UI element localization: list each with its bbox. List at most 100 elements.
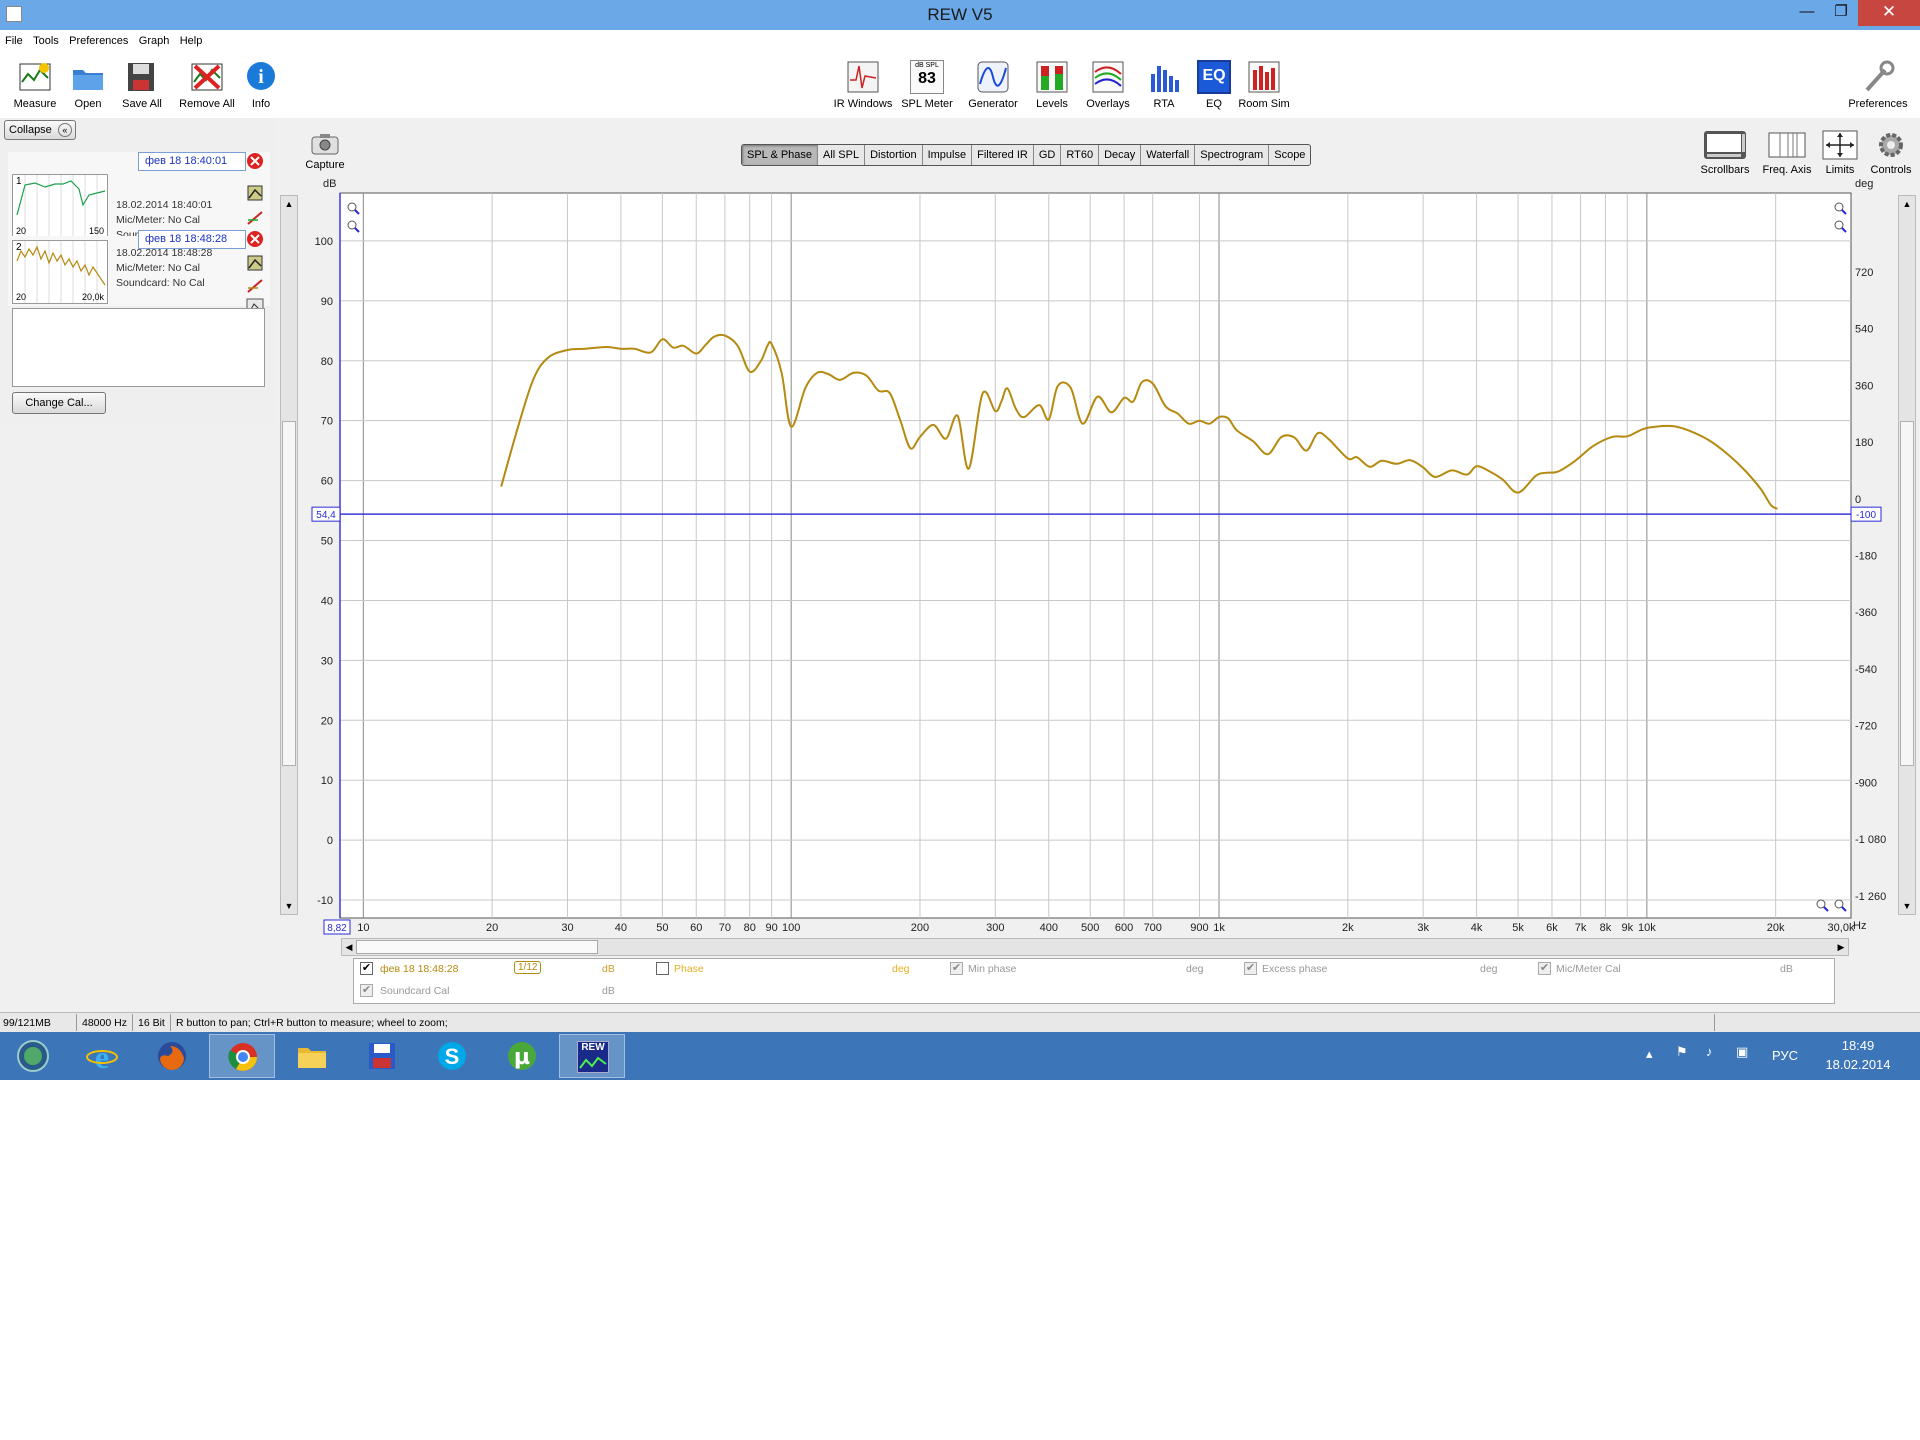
input-language-indicator[interactable]: РУС	[1772, 1048, 1798, 1063]
y2-tick-label: 540	[1855, 324, 1873, 336]
trace-name: фев 18 18:48:28	[380, 963, 459, 975]
x-tick-label: 10k	[1638, 922, 1656, 934]
mic-meter-cal-unit: dB	[1780, 963, 1793, 975]
y2-tick-label: 720	[1855, 267, 1873, 279]
x-tick-label: 40	[615, 922, 627, 934]
start-button[interactable]	[0, 1034, 66, 1078]
memory-status: 99/121MB	[3, 1017, 51, 1029]
y-tick-label: 40	[321, 595, 333, 607]
y-tick-label: 30	[321, 655, 333, 667]
x-tick-label: 8k	[1600, 922, 1612, 934]
rew-icon: REW	[577, 1041, 609, 1073]
skype-icon: S	[436, 1040, 468, 1072]
network-icon[interactable]: ▣	[1736, 1044, 1748, 1060]
x-tick-label: 1k	[1213, 922, 1225, 934]
min-phase-checkbox[interactable]: ✔	[950, 962, 963, 975]
legend-row: ✔ фев 18 18:48:28 1/12 dB Phase deg ✔ Mi…	[354, 959, 1834, 981]
x-tick-label: 700	[1144, 922, 1162, 934]
taskbar-firefox[interactable]	[139, 1034, 205, 1078]
x-tick-label: 10	[357, 922, 369, 934]
svg-text:S: S	[445, 1044, 460, 1069]
taskbar-clock[interactable]: 18:49 18.02.2014	[1818, 1038, 1898, 1072]
cursor-right-label: -100	[1856, 510, 1876, 521]
excess-phase-unit: deg	[1480, 963, 1498, 975]
x-tick-label: 2k	[1342, 922, 1354, 934]
mouse-hint-status: R button to pan; Ctrl+R button to measur…	[176, 1017, 448, 1029]
soundcard-cal-unit: dB	[602, 985, 615, 997]
tray-overflow-icon[interactable]: ▴	[1646, 1046, 1653, 1062]
taskbar-skype[interactable]: S	[419, 1034, 485, 1078]
status-bar: 99/121MB 48000 Hz 16 Bit R button to pan…	[0, 1012, 1920, 1032]
x-tick-label: 3k	[1417, 922, 1429, 934]
y-tick-label: 90	[321, 296, 333, 308]
y2-tick-label: -180	[1855, 551, 1877, 563]
soundcard-cal-checkbox[interactable]: ✔	[360, 984, 373, 997]
y2-tick-label: -720	[1855, 721, 1877, 733]
mic-meter-cal-checkbox[interactable]: ✔	[1538, 962, 1551, 975]
action-center-flag-icon[interactable]: ⚑	[1676, 1044, 1688, 1060]
x-tick-label: 300	[986, 922, 1004, 934]
x-tick-label: 9k	[1621, 922, 1633, 934]
y2-tick-label: -1 260	[1855, 891, 1886, 903]
taskbar-rew[interactable]: REW	[559, 1034, 625, 1078]
phase-label: Phase	[674, 963, 704, 975]
scrollbar-thumb[interactable]	[356, 940, 598, 954]
x-tick-label: 7k	[1575, 922, 1587, 934]
y-tick-label: 20	[321, 715, 333, 727]
y-tick-label: 70	[321, 416, 333, 428]
y2-tick-label: -360	[1855, 607, 1877, 619]
trace-legend: ✔ фев 18 18:48:28 1/12 dB Phase deg ✔ Mi…	[353, 958, 1835, 1004]
trace-visible-checkbox[interactable]: ✔	[360, 962, 373, 975]
x-tick-label: 30	[561, 922, 573, 934]
x-tick-label: 100	[782, 922, 800, 934]
y2-tick-label: -1 080	[1855, 834, 1886, 846]
horizontal-scrollbar[interactable]: ◀ ▶	[341, 938, 1849, 956]
excess-phase-label: Excess phase	[1262, 963, 1328, 975]
x-tick-label: 900	[1190, 922, 1208, 934]
x-max-label: 30,0k	[1828, 922, 1855, 934]
folder-icon	[296, 1040, 328, 1072]
x-tick-label: 5k	[1512, 922, 1524, 934]
internet-explorer-icon: e	[86, 1039, 118, 1075]
floppy-icon	[366, 1040, 398, 1072]
y2-tick-label: 360	[1855, 380, 1873, 392]
legend-row: ✔ Soundcard Cal dB	[354, 981, 1834, 1003]
mic-meter-cal-label: Mic/Meter Cal	[1556, 963, 1621, 975]
svg-text:µ: µ	[514, 1045, 530, 1070]
y-tick-label: 10	[321, 775, 333, 787]
y-tick-label: 80	[321, 356, 333, 368]
scroll-right-icon[interactable]: ▶	[1834, 939, 1848, 955]
clock-date: 18.02.2014	[1825, 1057, 1891, 1072]
x-tick-label: 50	[656, 922, 668, 934]
phase-checkbox[interactable]	[656, 962, 669, 975]
phase-unit: deg	[892, 963, 910, 975]
volume-icon[interactable]: ♪	[1706, 1044, 1713, 1059]
excess-phase-checkbox[interactable]: ✔	[1244, 962, 1257, 975]
taskbar-internet-explorer[interactable]: e	[69, 1034, 135, 1078]
utorrent-icon: µ	[506, 1040, 538, 1072]
x-tick-label: 4k	[1471, 922, 1483, 934]
y-tick-label: -10	[317, 895, 333, 907]
windows-start-icon	[17, 1040, 49, 1072]
trace-unit: dB	[602, 963, 615, 975]
y-tick-label: 50	[321, 536, 333, 548]
x-min-label: 8,82	[327, 923, 347, 934]
taskbar-chrome[interactable]	[209, 1034, 275, 1078]
plot-area[interactable]	[339, 192, 1852, 919]
x-tick-label: 400	[1040, 922, 1058, 934]
bit-depth-status: 16 Bit	[138, 1017, 165, 1029]
smoothing-indicator[interactable]: 1/12	[514, 961, 542, 974]
taskbar-save-app[interactable]	[349, 1034, 415, 1078]
taskbar-utorrent[interactable]: µ	[489, 1034, 555, 1078]
taskbar-file-explorer[interactable]	[279, 1034, 345, 1078]
x-tick-label: 600	[1115, 922, 1133, 934]
y2-tick-label: -900	[1855, 777, 1877, 789]
x-tick-label: 80	[744, 922, 756, 934]
x-tick-label: 90	[765, 922, 777, 934]
spl-phase-graph[interactable]: 10 20 30 40 50 60 70 80 90 100 200 300 400 500 600 700 9…	[0, 0, 1920, 1080]
firefox-icon	[156, 1040, 188, 1072]
y2-tick-label: -540	[1855, 664, 1877, 676]
y-tick-label: 0	[327, 835, 333, 847]
chrome-icon	[227, 1041, 259, 1073]
scroll-left-icon[interactable]: ◀	[342, 939, 356, 955]
